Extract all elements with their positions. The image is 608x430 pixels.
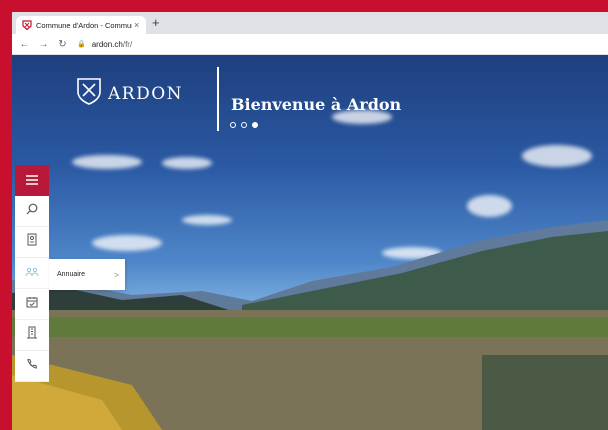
calendar-button[interactable] bbox=[15, 289, 49, 320]
header-divider bbox=[217, 67, 219, 131]
chevron-right-icon: > bbox=[113, 269, 119, 280]
forward-icon[interactable]: → bbox=[37, 39, 50, 50]
url-host: ardon.ch bbox=[91, 39, 123, 49]
phone-button[interactable] bbox=[15, 351, 49, 382]
group-icon bbox=[25, 264, 39, 282]
logo-text: ARDON bbox=[108, 83, 184, 104]
close-tab-icon[interactable]: × bbox=[134, 20, 139, 30]
hero-banner: ARDON Bienvenue à Ardon bbox=[12, 55, 608, 430]
phone-icon bbox=[26, 357, 38, 375]
calendar-icon bbox=[26, 295, 38, 313]
menu-button[interactable] bbox=[15, 165, 49, 196]
hero-title: Bienvenue à Ardon bbox=[231, 95, 402, 114]
menu-icon bbox=[26, 172, 38, 190]
site-logo[interactable]: ARDON bbox=[76, 77, 183, 110]
search-icon bbox=[26, 202, 38, 220]
id-card-button[interactable] bbox=[15, 227, 49, 258]
carousel-dot-active[interactable] bbox=[252, 122, 258, 128]
browser-tab[interactable]: Commune d'Ardon - Commune × bbox=[16, 16, 146, 34]
reload-icon[interactable]: ↻ bbox=[56, 39, 69, 50]
lock-icon[interactable]: 🔒 bbox=[77, 40, 86, 48]
new-tab-button[interactable]: + bbox=[152, 16, 160, 30]
carousel-dot[interactable] bbox=[241, 122, 247, 128]
id-card-icon bbox=[27, 233, 37, 251]
coat-of-arms-icon bbox=[76, 77, 102, 110]
building-button[interactable] bbox=[15, 320, 49, 351]
back-icon[interactable]: ← bbox=[18, 39, 31, 50]
url-field[interactable]: ardon.ch/fr/ bbox=[92, 40, 132, 49]
carousel-dot[interactable] bbox=[230, 122, 236, 128]
browser-window: Commune d'Ardon - Commune × + ← → ↻ 🔒 ar… bbox=[12, 12, 608, 430]
tab-title: Commune d'Ardon - Commune bbox=[36, 20, 132, 30]
url-path: /fr/ bbox=[122, 39, 133, 49]
favicon-icon bbox=[22, 20, 32, 30]
building-icon bbox=[27, 326, 37, 344]
tab-strip: Commune d'Ardon - Commune × + bbox=[12, 12, 608, 34]
carousel-dots bbox=[230, 122, 258, 128]
directory-button[interactable] bbox=[15, 258, 49, 289]
side-toolbar bbox=[15, 165, 49, 382]
address-bar: ← → ↻ 🔒 ardon.ch/fr/ bbox=[12, 34, 608, 55]
search-button[interactable] bbox=[15, 196, 49, 227]
directory-flyout-label: Annuaire bbox=[57, 271, 86, 278]
directory-flyout[interactable]: Annuaire > bbox=[49, 259, 125, 290]
